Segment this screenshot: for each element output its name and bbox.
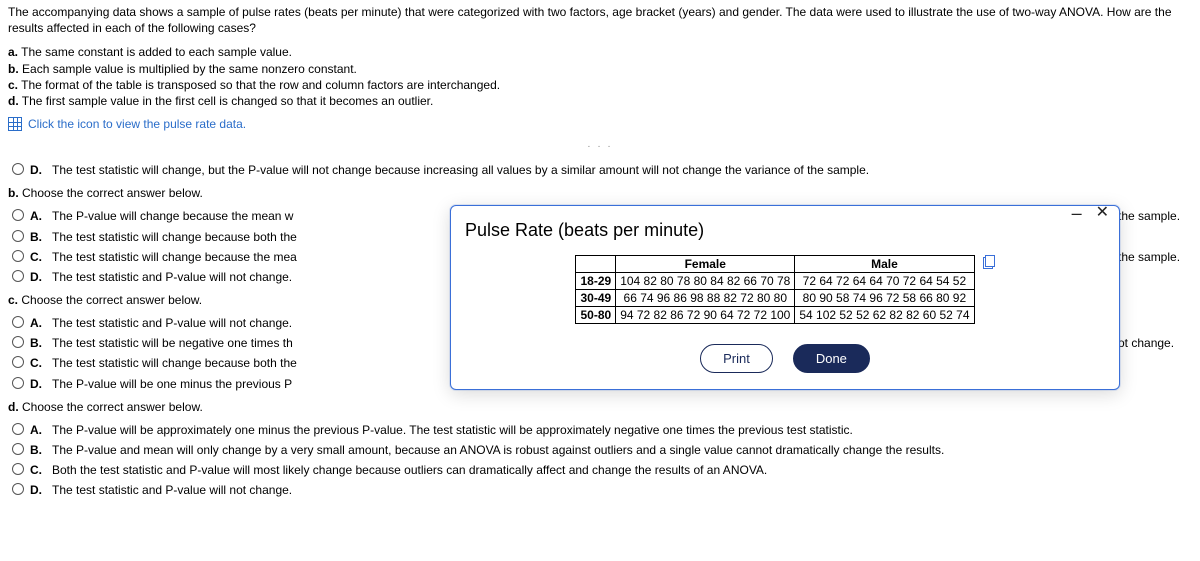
part-d-prompt: Choose the correct answer below. <box>22 400 203 414</box>
option-letter: B. <box>30 229 46 245</box>
d-option-c[interactable]: C. Both the test statistic and P-value w… <box>12 460 1192 480</box>
done-button[interactable]: Done <box>793 344 870 373</box>
subpart-b-label: b. <box>8 62 19 76</box>
table-icon[interactable] <box>8 117 22 131</box>
option-text-left: The P-value will change because the mean… <box>52 208 432 224</box>
part-c-prompt: Choose the correct answer below. <box>21 293 202 307</box>
row-30-49: 30-49 <box>576 290 616 307</box>
option-text-right: the sample. <box>1118 208 1180 224</box>
close-icon[interactable]: ✕ <box>1096 205 1109 221</box>
pulse-rate-modal: – ✕ Pulse Rate (beats per minute) Female… <box>450 205 1120 390</box>
option-text: The test statistic will change because b… <box>52 229 432 245</box>
col-male: Male <box>795 256 974 273</box>
subpart-d-text: The first sample value in the first cell… <box>22 94 434 108</box>
table-row: 50-80 94 72 82 86 72 90 64 72 72 100 54 … <box>576 307 974 324</box>
radio-icon[interactable] <box>12 270 24 282</box>
cell-female-18-29: 104 82 80 78 80 84 82 66 70 78 <box>616 273 795 290</box>
option-text: The test statistic will change, but the … <box>52 162 869 178</box>
option-letter: A. <box>30 315 46 331</box>
table-row: 30-49 66 74 96 86 98 88 82 72 80 80 80 9… <box>576 290 974 307</box>
row-18-29: 18-29 <box>576 273 616 290</box>
copy-icon[interactable] <box>981 255 995 269</box>
option-text-left: The test statistic will be negative one … <box>52 335 432 351</box>
option-text: Both the test statistic and P-value will… <box>52 462 767 478</box>
d-option-b[interactable]: B. The P-value and mean will only change… <box>12 440 1192 460</box>
part-d-label: d. <box>8 400 19 414</box>
pulse-rate-table: Female Male 18-29 104 82 80 78 80 84 82 … <box>575 255 974 324</box>
cell-female-30-49: 66 74 96 86 98 88 82 72 80 80 <box>616 290 795 307</box>
option-letter: D. <box>30 269 46 285</box>
option-letter: C. <box>30 355 46 371</box>
option-text-right: the sample. <box>1118 249 1180 265</box>
minimize-icon[interactable]: – <box>1072 204 1082 222</box>
cell-female-50-80: 94 72 82 86 72 90 64 72 72 100 <box>616 307 795 324</box>
option-text: The P-value and mean will only change by… <box>52 442 944 458</box>
separator-dots: · · · <box>8 141 1192 152</box>
cell-male-30-49: 80 90 58 74 96 72 58 66 80 92 <box>795 290 974 307</box>
print-button[interactable]: Print <box>700 344 773 373</box>
part-b-label: b. <box>8 186 19 200</box>
modal-title: Pulse Rate (beats per minute) <box>465 220 1105 241</box>
radio-icon[interactable] <box>12 209 24 221</box>
table-corner <box>576 256 616 273</box>
a-option-d[interactable]: D. The test statistic will change, but t… <box>12 160 1192 180</box>
option-text: The P-value will be one minus the previo… <box>52 376 432 392</box>
option-text: The test statistic and P-value will not … <box>52 482 292 498</box>
part-b-prompt: Choose the correct answer below. <box>22 186 203 200</box>
option-letter: C. <box>30 249 46 265</box>
question-intro: The accompanying data shows a sample of … <box>8 4 1192 36</box>
radio-icon[interactable] <box>12 163 24 175</box>
option-letter: D. <box>30 162 46 178</box>
col-female: Female <box>616 256 795 273</box>
cell-male-50-80: 54 102 52 52 62 82 82 60 52 74 <box>795 307 974 324</box>
part-c-label: c. <box>8 293 18 307</box>
option-text: The test statistic and P-value will not … <box>52 315 432 331</box>
cell-male-18-29: 72 64 72 64 64 70 72 64 54 52 <box>795 273 974 290</box>
option-letter: A. <box>30 208 46 224</box>
subpart-c-label: c. <box>8 78 18 92</box>
option-letter: D. <box>30 376 46 392</box>
radio-icon[interactable] <box>12 463 24 475</box>
subpart-c-text: The format of the table is transposed so… <box>21 78 500 92</box>
radio-icon[interactable] <box>12 250 24 262</box>
option-text: The P-value will be approximately one mi… <box>52 422 853 438</box>
subpart-d-label: d. <box>8 94 19 108</box>
row-50-80: 50-80 <box>576 307 616 324</box>
radio-icon[interactable] <box>12 483 24 495</box>
radio-icon[interactable] <box>12 336 24 348</box>
subpart-a-label: a. <box>8 45 18 59</box>
view-data-link[interactable]: Click the icon to view the pulse rate da… <box>28 117 246 131</box>
option-letter: D. <box>30 482 46 498</box>
radio-icon[interactable] <box>12 377 24 389</box>
option-text-right: ot change. <box>1118 335 1174 351</box>
option-letter: C. <box>30 462 46 478</box>
radio-icon[interactable] <box>12 230 24 242</box>
option-text-left: The test statistic will change because t… <box>52 249 432 265</box>
option-text: The test statistic will change because b… <box>52 355 432 371</box>
radio-icon[interactable] <box>12 316 24 328</box>
radio-icon[interactable] <box>12 423 24 435</box>
option-letter: B. <box>30 442 46 458</box>
option-letter: B. <box>30 335 46 351</box>
subpart-a-text: The same constant is added to each sampl… <box>21 45 292 59</box>
radio-icon[interactable] <box>12 356 24 368</box>
d-option-d[interactable]: D. The test statistic and P-value will n… <box>12 480 1192 500</box>
option-letter: A. <box>30 422 46 438</box>
subparts-list: a. The same constant is added to each sa… <box>8 44 1192 109</box>
radio-icon[interactable] <box>12 443 24 455</box>
subpart-b-text: Each sample value is multiplied by the s… <box>22 62 357 76</box>
d-option-a[interactable]: A. The P-value will be approximately one… <box>12 420 1192 440</box>
option-text: The test statistic and P-value will not … <box>52 269 432 285</box>
table-row: 18-29 104 82 80 78 80 84 82 66 70 78 72 … <box>576 273 974 290</box>
